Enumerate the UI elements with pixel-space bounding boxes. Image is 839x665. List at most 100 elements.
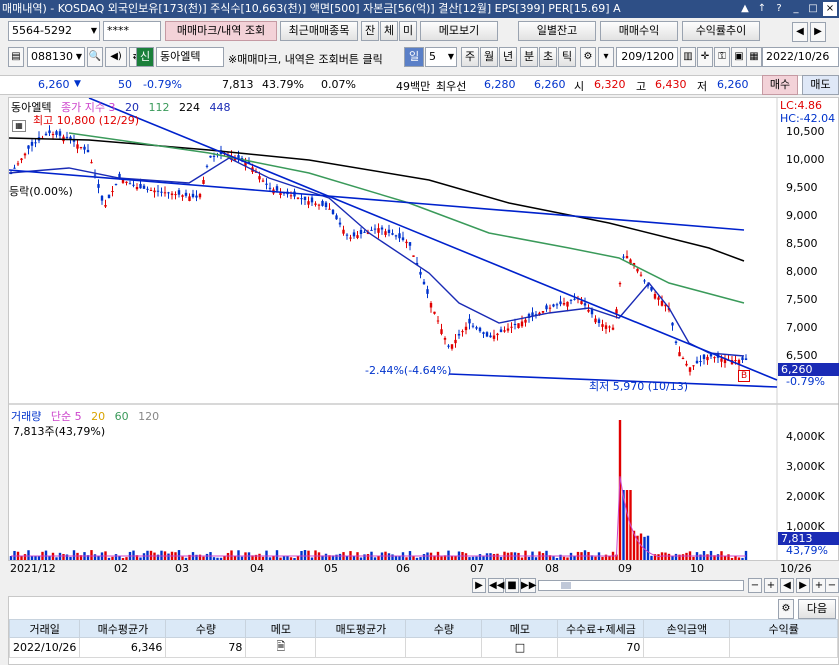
buy-mark[interactable]: B [738,370,751,382]
col-buy-memo[interactable]: 메모 [245,619,317,638]
col-sell-qty[interactable]: 수량 [405,619,483,638]
memo-view-button[interactable]: 메모보기 [420,21,498,41]
candle-body [170,193,174,196]
price-change: 50 [118,78,132,91]
balance-button[interactable]: 잔 [361,21,379,41]
trade-profit-button[interactable]: 매매수익 [600,21,678,41]
account-select[interactable]: 5564-5292 ▼ [8,21,100,41]
candle-body [478,327,482,332]
trade-view-button[interactable]: 매매마크/내역 조회 [165,21,277,41]
col-sell-memo[interactable]: 메모 [481,619,559,638]
crosshair-icon[interactable]: ✛ [697,47,713,67]
trend-line-resistance[interactable] [9,169,745,231]
date-input[interactable]: 2022/10/26 [762,47,839,67]
plus-icon[interactable]: + [764,578,778,593]
save-icon[interactable]: ▣ [731,47,747,67]
search-icon[interactable]: 🔍 [87,47,103,67]
memo-icon[interactable]: 🗎 [245,637,317,658]
next-icon[interactable]: ▶ [810,22,826,42]
col-rate[interactable]: 수익률 [729,619,838,638]
candle-body [559,301,562,305]
stock-code-input[interactable]: 088130 ▼ [27,47,85,67]
memo-icon[interactable]: □ [481,637,559,658]
speaker-icon[interactable]: ◀) [105,47,127,67]
period-week-button[interactable]: 주 [461,47,479,67]
stop-icon[interactable]: ■ [505,578,519,593]
forward-icon[interactable]: ▶▶ [520,578,536,593]
candle-body [128,183,132,185]
period-second-button[interactable]: 초 [539,47,557,67]
menu-icon[interactable]: ▤ [8,47,24,67]
volume-bar [237,550,240,560]
scroll-track[interactable] [538,580,744,591]
volume-bar [545,550,548,560]
candle-body [156,190,160,192]
unexecuted-button[interactable]: 미 [399,21,417,41]
rewind-icon[interactable]: ◀◀ [488,578,504,593]
candle-body [303,196,307,200]
period-day-button[interactable]: 일 [404,47,424,67]
candle-body [671,322,674,326]
scroll-right-icon[interactable]: ▶ [472,578,486,593]
scroll-left-icon[interactable]: ◀ [780,578,794,593]
col-trade-date[interactable]: 거래일 [8,619,81,638]
table-row[interactable]: 2022/10/26 6,346 78 🗎 □ 70 [8,637,838,658]
zoom-out-icon[interactable]: − [825,578,839,593]
candle-body [349,237,352,239]
executed-button[interactable]: 체 [380,21,398,41]
period-month-button[interactable]: 월 [480,47,498,67]
count-input[interactable]: 209/1200 [616,47,678,67]
period-num-select[interactable]: 5 ▼ [425,47,457,67]
col-buy-qty[interactable]: 수량 [165,619,247,638]
minus-icon[interactable]: − [748,578,762,593]
col-buy-avg[interactable]: 매수평균가 [79,619,167,638]
buy-button[interactable]: 매수 [762,75,798,95]
vol-y-tick: 2,000K [786,490,825,503]
prev-icon[interactable]: ◀ [792,22,808,42]
col-fee[interactable]: 수수료+제세금 [557,619,645,638]
period-year-button[interactable]: 년 [499,47,517,67]
period-minute-button[interactable]: 분 [520,47,538,67]
chevron-down-icon[interactable]: ▾ [598,47,614,67]
sell-button[interactable]: 매도 [802,75,839,95]
next-button[interactable]: 다음 [798,599,836,619]
account-toolbar: 5564-5292 ▼ **** 매매마크/내역 조회 최근매매종목 잔 체 미… [0,21,839,43]
close-icon[interactable]: × [823,2,837,16]
pin-icon[interactable]: ↑ [755,2,769,16]
col-sell-avg[interactable]: 매도평균가 [315,619,407,638]
grid-icon[interactable]: ▦ [12,120,26,132]
password-input[interactable]: **** [103,21,161,41]
profit-trend-button[interactable]: 수익률추이 [682,21,760,41]
y-tick: 10,500 [786,125,825,138]
col-pnl[interactable]: 손익금액 [643,619,731,638]
help-icon[interactable]: ? [772,2,786,16]
settings-icon[interactable]: ⚙ [580,47,596,67]
lock-icon[interactable]: ⚿ [714,47,730,67]
period-tick-button[interactable]: 틱 [558,47,576,67]
recent-stocks-button[interactable]: 최근매매종목 [280,21,358,41]
candle-body [408,242,412,246]
daily-balance-button[interactable]: 일별잔고 [518,21,596,41]
hc-label: HC:-42.04 [780,112,836,125]
candle-body [107,194,111,198]
scroll-thumb[interactable] [561,582,571,589]
candle-body [121,180,125,183]
minimize-icon[interactable]: _ [789,2,803,16]
chart-svg[interactable] [9,98,839,576]
maximize-icon[interactable]: □ [806,2,820,16]
grid-icon[interactable]: ▦ [746,47,762,67]
up-icon[interactable]: ▲ [738,2,752,16]
candle-body [622,256,625,258]
chart-icon[interactable]: ▥ [680,47,696,67]
gear-icon[interactable]: ⚙ [778,599,794,619]
candle-body [104,205,107,207]
candle-body [97,184,100,188]
candle-body [51,134,55,136]
chart-area[interactable]: 동아엘텍 종가 지수 3 20 112 224 448 ▦ 최고 10,800 … [8,97,839,575]
zoom-in-icon[interactable]: + [812,578,826,593]
credit-badge: 신 [136,47,154,67]
volume-bar [149,550,153,560]
candle-body [258,176,261,180]
candle-body [580,301,583,305]
scroll-right-icon[interactable]: ▶ [796,578,810,593]
